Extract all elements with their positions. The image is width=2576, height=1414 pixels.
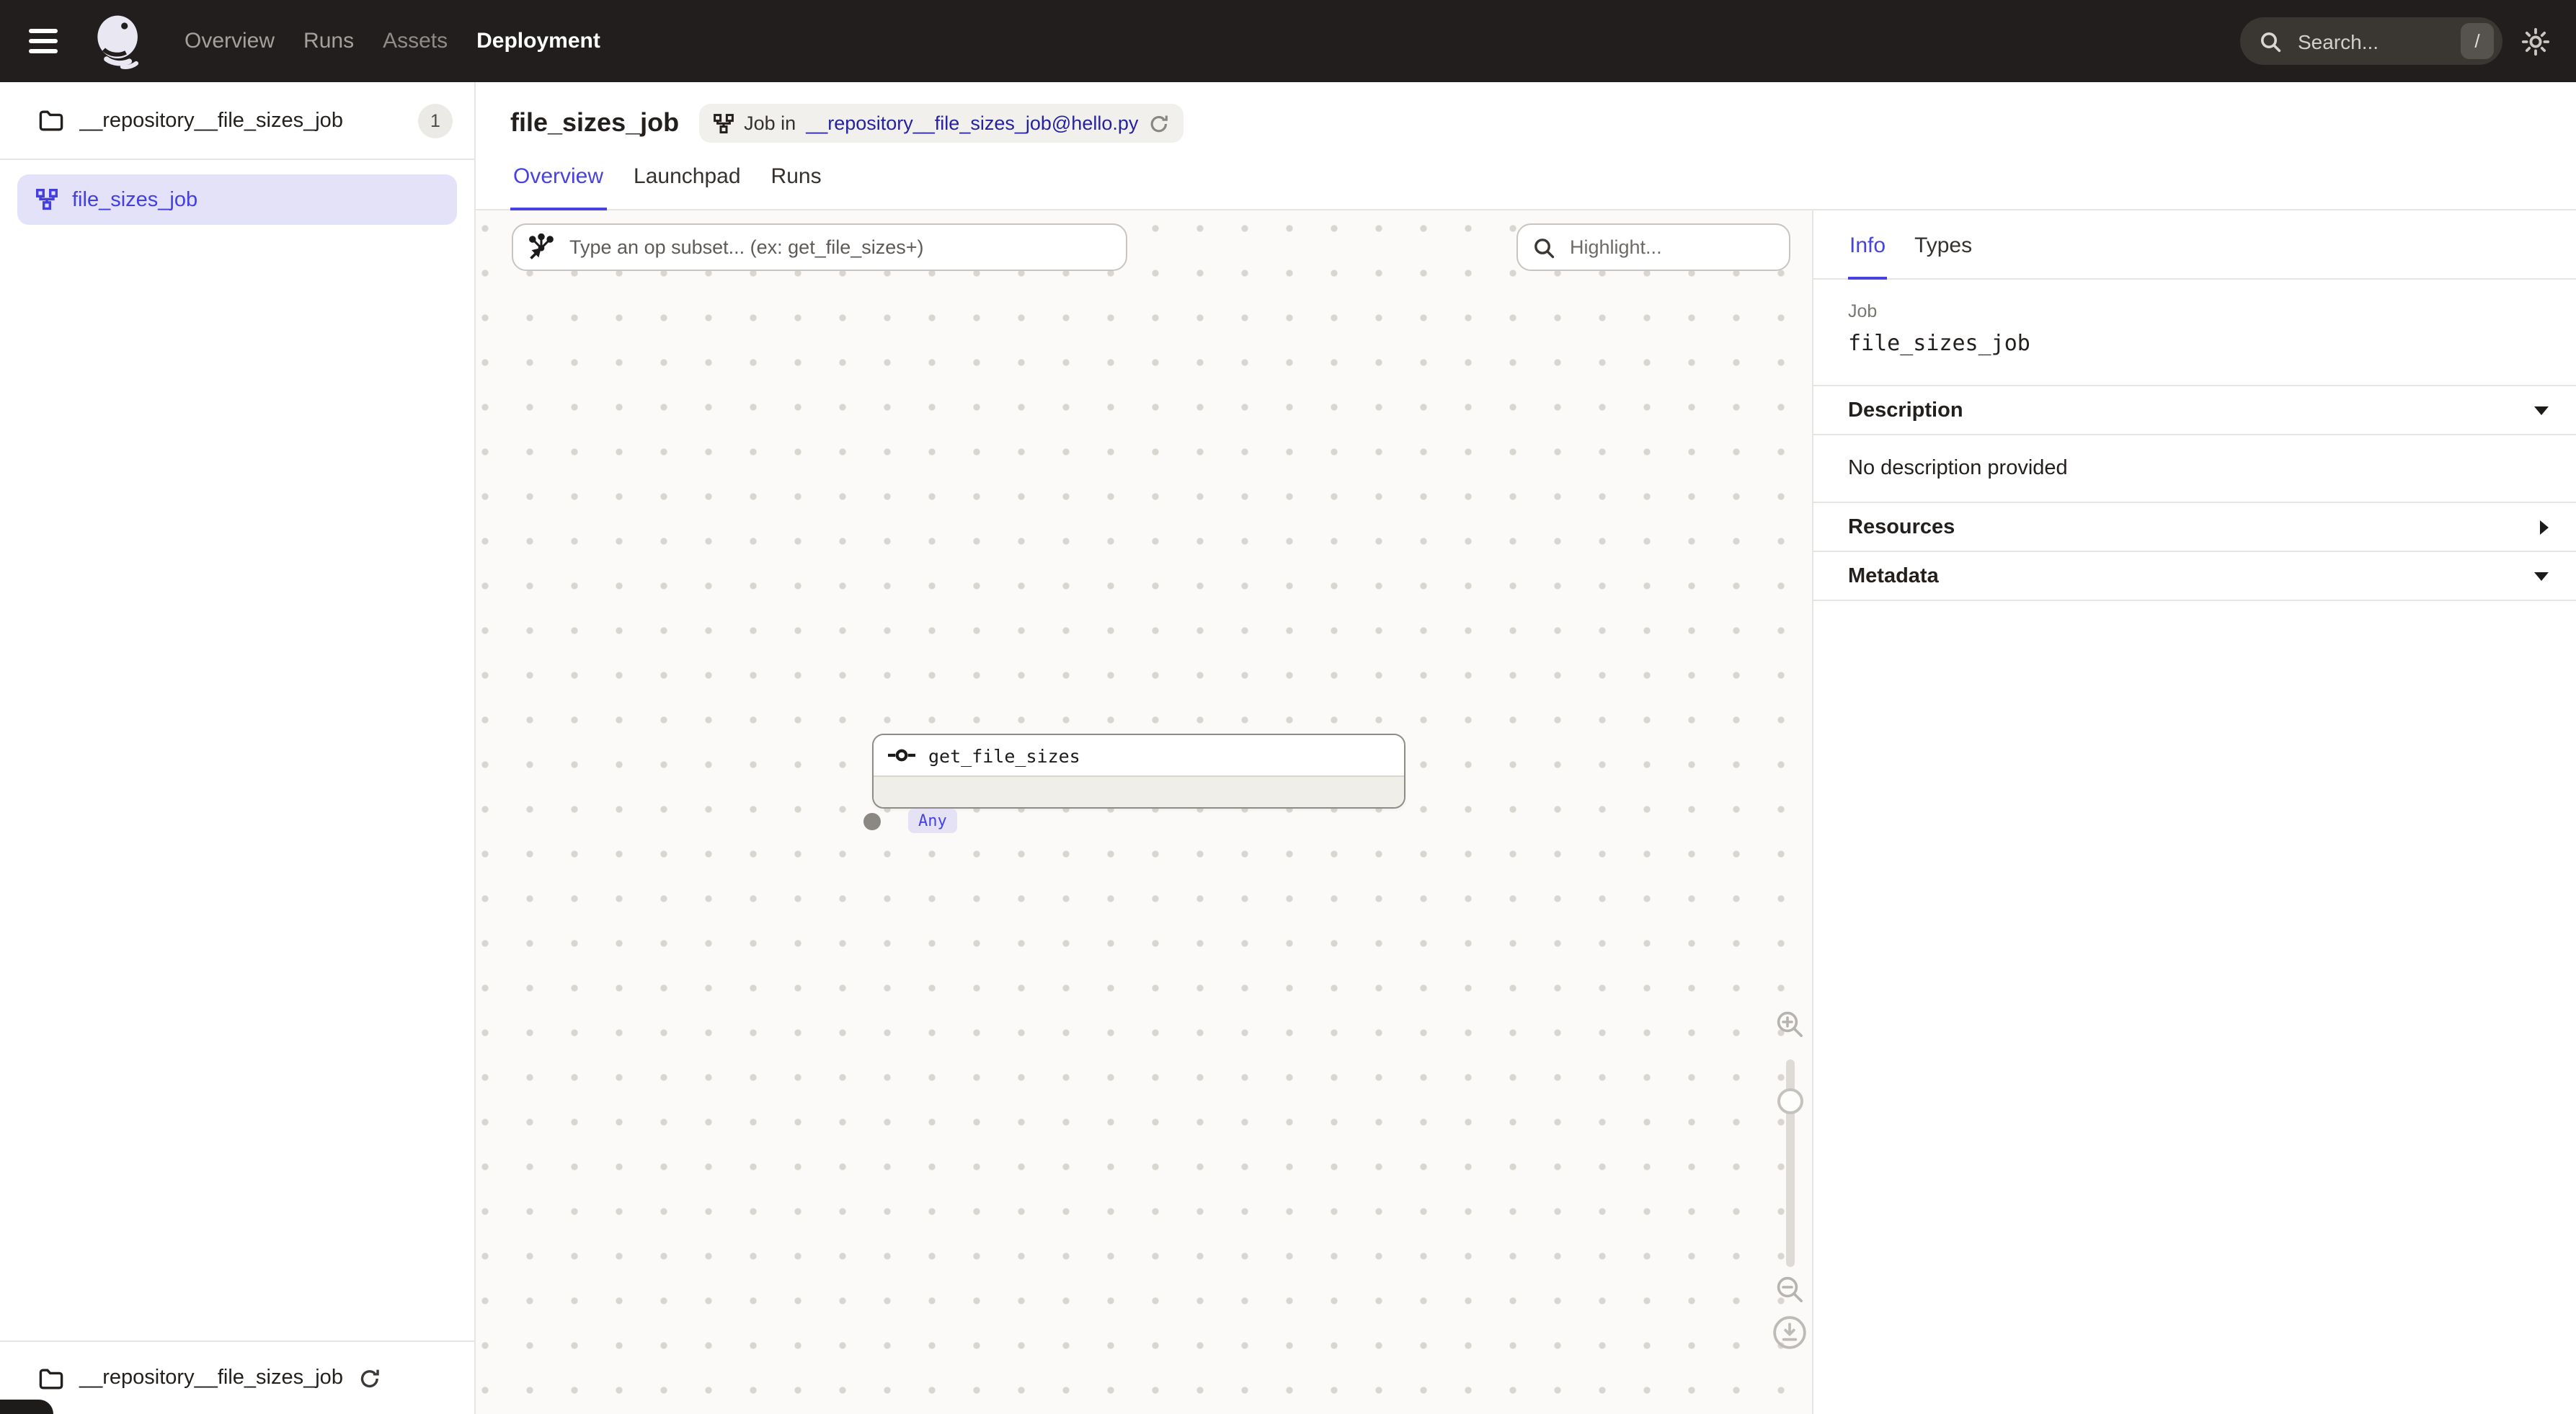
top-nav: Overview Runs Assets Deployment / <box>0 0 2576 82</box>
sidebar: __repository__file_sizes_job 1 file_size… <box>0 82 476 1414</box>
job-name: file_sizes_job <box>1848 330 2541 356</box>
footer-repository-name: __repository__file_sizes_job <box>79 1366 343 1389</box>
repository-name: __repository__file_sizes_job <box>79 109 402 132</box>
main-area: file_sizes_job Job in __repository__file… <box>476 82 2576 1414</box>
sidebar-item-label: file_sizes_job <box>72 188 197 211</box>
highlight-filter[interactable] <box>1516 223 1790 271</box>
job-label: Job <box>1848 301 2541 321</box>
chevron-down-icon <box>2534 406 2549 414</box>
folder-icon <box>39 110 63 131</box>
search-icon <box>2259 30 2282 53</box>
info-panel: Info Types Job file_sizes_job Descriptio… <box>1812 210 2576 1414</box>
op-node-body <box>874 777 1404 807</box>
folder-icon <box>39 1367 63 1389</box>
job-icon <box>714 113 734 133</box>
nav-link-runs[interactable]: Runs <box>303 29 354 53</box>
nav-link-deployment[interactable]: Deployment <box>476 29 600 53</box>
reload-repository-icon[interactable] <box>359 1367 381 1389</box>
op-subset-filter[interactable] <box>512 223 1127 271</box>
zoom-in-icon[interactable] <box>1775 1009 1805 1039</box>
sidebar-repository-header[interactable]: __repository__file_sizes_job 1 <box>0 82 474 160</box>
op-graph-canvas[interactable]: get_file_sizes Any <box>476 210 1812 1414</box>
app-window: Overview Runs Assets Deployment / __repo… <box>0 0 2576 1414</box>
zoom-out-icon[interactable] <box>1775 1274 1805 1304</box>
chevron-right-icon <box>2540 520 2549 534</box>
op-node-label: get_file_sizes <box>928 744 1080 766</box>
sidebar-item-file-sizes-job[interactable]: file_sizes_job <box>17 174 457 225</box>
zoom-slider-thumb[interactable] <box>1777 1088 1803 1114</box>
chevron-down-icon <box>2534 572 2549 580</box>
gear-icon[interactable] <box>2521 27 2550 55</box>
op-icon <box>888 747 915 764</box>
nav-links: Overview Runs Assets Deployment <box>185 29 600 53</box>
section-description[interactable]: Description <box>1813 386 2576 435</box>
chip-prefix: Job in <box>744 112 796 134</box>
op-subset-input[interactable] <box>567 235 1111 259</box>
tab-launchpad[interactable]: Launchpad <box>631 164 744 210</box>
section-resources[interactable]: Resources <box>1813 503 2576 552</box>
nav-link-overview[interactable]: Overview <box>185 29 275 53</box>
info-panel-tabs: Info Types <box>1813 210 2576 280</box>
search-input[interactable] <box>2295 28 2448 54</box>
job-location-chip: Job in __repository__file_sizes_job@hell… <box>699 104 1183 143</box>
download-image-icon[interactable] <box>1772 1315 1808 1351</box>
search-icon <box>1532 236 1555 259</box>
job-icon <box>36 189 58 210</box>
cutoff-popup-corner <box>0 1400 53 1414</box>
output-port <box>863 813 881 830</box>
op-node-get-file-sizes[interactable]: get_file_sizes <box>872 734 1405 809</box>
job-count-badge: 1 <box>418 103 453 138</box>
output-type-badge[interactable]: Any <box>908 809 957 833</box>
op-selector-icon <box>528 234 555 261</box>
section-metadata[interactable]: Metadata <box>1813 552 2576 601</box>
global-search[interactable]: / <box>2240 17 2502 65</box>
main-header: file_sizes_job Job in __repository__file… <box>476 82 2576 210</box>
sidebar-footer: __repository__file_sizes_job <box>0 1340 474 1414</box>
search-shortcut-key: / <box>2461 23 2494 59</box>
tab-types[interactable]: Types <box>1913 234 1973 280</box>
description-body: No description provided <box>1813 435 2576 503</box>
dagster-logo-icon[interactable] <box>86 8 153 74</box>
highlight-input[interactable] <box>1567 235 1775 259</box>
tab-info[interactable]: Info <box>1848 234 1887 280</box>
page-title: file_sizes_job <box>510 108 679 138</box>
code-location-link[interactable]: __repository__file_sizes_job@hello.py <box>806 112 1138 134</box>
tab-runs[interactable]: Runs <box>768 164 825 210</box>
nav-link-assets[interactable]: Assets <box>383 29 448 53</box>
job-tabs: Overview Launchpad Runs <box>510 164 2576 209</box>
menu-icon[interactable] <box>29 22 66 60</box>
reload-location-icon[interactable] <box>1148 113 1168 133</box>
tab-overview[interactable]: Overview <box>510 164 606 210</box>
job-summary: Job file_sizes_job <box>1813 280 2576 386</box>
